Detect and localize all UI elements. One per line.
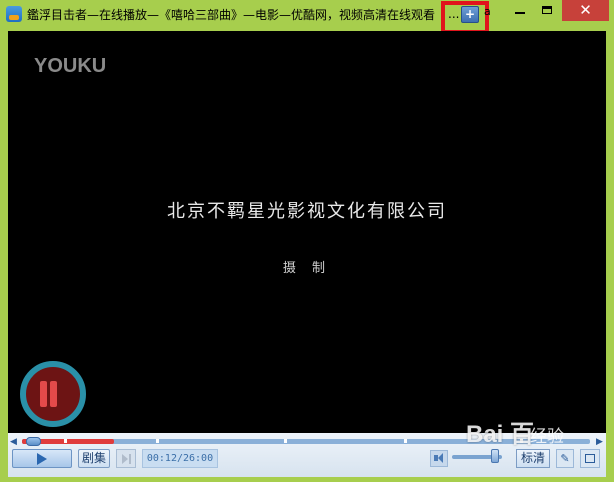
minimize-icon <box>515 12 525 14</box>
fullscreen-button[interactable] <box>580 449 600 468</box>
next-icon-bar <box>129 454 131 464</box>
play-icon <box>37 453 47 465</box>
chapter-mark <box>284 439 287 443</box>
video-area[interactable]: YOUKU 北京不羁星光影视文化有限公司 摄 制 <box>8 31 606 433</box>
baidu-watermark-sub: 经验 <box>530 427 564 447</box>
window-title: 鑑浮目击者—在线播放—《嘻哈三部曲》—电影—优酷网，视频高清在线观看 <box>27 8 436 22</box>
seek-forward-icon[interactable]: ▶ <box>596 437 603 447</box>
maximize-button[interactable] <box>534 0 562 21</box>
maximize-icon <box>542 6 552 14</box>
pause-overlay-button[interactable] <box>20 361 86 427</box>
title-small-glyph: a <box>484 5 491 18</box>
time-display: 00:12/26:00 <box>142 449 218 468</box>
credit-company: 北京不羁星光影视文化有限公司 <box>167 201 447 222</box>
baidu-watermark: Bai 百 <box>466 421 535 448</box>
episodes-button[interactable]: 剧集 <box>78 449 110 468</box>
player-window: 鑑浮目击者—在线播放—《嘻哈三部曲》—电影—优酷网，视频高清在线观看 ... +… <box>0 0 614 482</box>
app-icon <box>6 6 22 22</box>
pin-highlight-box <box>441 1 489 34</box>
volume-icon[interactable] <box>430 450 448 467</box>
chapter-mark <box>64 439 67 443</box>
title-bar[interactable]: 鑑浮目击者—在线播放—《嘻哈三部曲》—电影—优酷网，视频高清在线观看 ... +… <box>0 0 614 34</box>
quality-button[interactable]: 标清 <box>516 449 550 468</box>
minimize-button[interactable] <box>506 0 534 21</box>
pause-icon-bar <box>50 381 57 407</box>
chapter-mark <box>156 439 159 443</box>
next-icon <box>122 454 128 464</box>
seek-back-icon[interactable]: ◀ <box>10 437 17 447</box>
next-button[interactable] <box>116 449 136 468</box>
youku-logo: YOUKU <box>34 55 107 77</box>
chapter-mark <box>404 439 407 443</box>
credit-role: 摄 制 <box>282 261 332 276</box>
close-button[interactable]: ✕ <box>562 0 609 21</box>
settings-button[interactable]: ✎ <box>556 449 574 468</box>
volume-thumb[interactable] <box>490 449 499 463</box>
seek-thumb[interactable] <box>26 437 42 446</box>
pause-icon <box>40 381 47 407</box>
play-button[interactable] <box>12 449 72 468</box>
